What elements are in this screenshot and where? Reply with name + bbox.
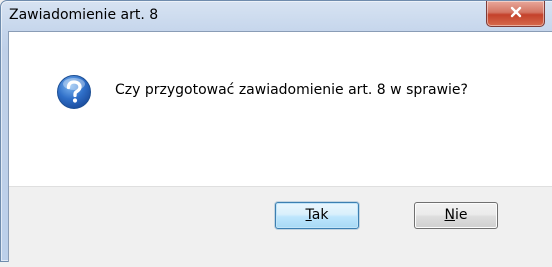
title-bar[interactable]: Zawiadomienie art. 8 xyxy=(1,1,552,32)
dialog-message: Czy przygotować zawiadomienie art. 8 w s… xyxy=(115,82,468,98)
yes-button-label: ak xyxy=(311,207,329,223)
window-title: Zawiadomienie art. 8 xyxy=(9,7,159,23)
close-icon xyxy=(510,6,522,18)
no-button-label: ie xyxy=(454,207,468,223)
no-button-mnemonic: N xyxy=(444,207,455,223)
close-button[interactable] xyxy=(486,1,545,27)
no-button[interactable]: Nie xyxy=(414,202,498,229)
yes-button[interactable]: Tak xyxy=(275,202,359,229)
yes-button-mnemonic: T xyxy=(305,207,312,223)
question-icon xyxy=(57,75,91,109)
